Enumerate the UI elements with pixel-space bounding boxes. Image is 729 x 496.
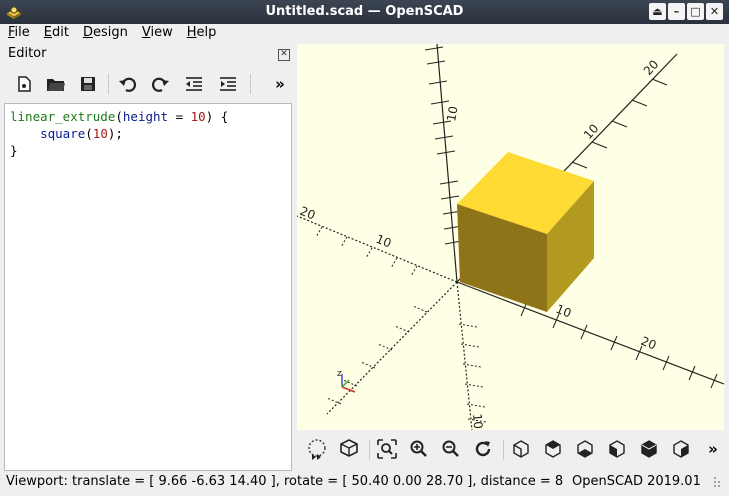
code-line-1: linear_extrude(height = 10) {: [10, 109, 229, 124]
view-toolbar-overflow-button[interactable]: »: [701, 437, 725, 461]
resize-grip-icon[interactable]: [712, 474, 724, 490]
minimize-button[interactable]: –: [668, 3, 685, 20]
cube-model: [457, 152, 594, 312]
view-right-icon[interactable]: [509, 437, 533, 461]
menu-bar: File Edit Design View Help: [0, 24, 729, 44]
editor-title: Editor: [8, 46, 47, 61]
svg-text:20: 20: [641, 57, 662, 78]
y-axis-negative: [326, 281, 458, 415]
menu-edit[interactable]: Edit: [36, 24, 75, 44]
window-title: Untitled.scad — OpenSCAD: [265, 4, 464, 19]
z-axis-positive: [436, 44, 458, 283]
editor-toolbar-overflow-button[interactable]: »: [268, 72, 292, 96]
svg-text:10: 10: [374, 232, 393, 251]
svg-text:z: z: [337, 369, 342, 379]
close-button[interactable]: ✕: [706, 3, 723, 20]
indent-icon[interactable]: [216, 72, 240, 96]
svg-text:20: 20: [298, 204, 317, 223]
shade-button[interactable]: ⏏: [649, 3, 666, 20]
3d-viewport[interactable]: 10 10 10 20 10 20 10 20 z: [297, 44, 724, 430]
menu-file[interactable]: File: [0, 24, 36, 44]
x-axis-positive: [456, 281, 724, 385]
viewport-status: Viewport: translate = [ 9.66 -6.63 14.40…: [6, 474, 564, 489]
code-line-3: }: [10, 143, 18, 158]
svg-text:10: 10: [581, 121, 602, 142]
menu-design[interactable]: Design: [75, 24, 134, 44]
svg-text:10: 10: [554, 302, 573, 321]
unindent-icon[interactable]: [182, 72, 206, 96]
zoom-out-icon[interactable]: [439, 437, 463, 461]
svg-text:20: 20: [639, 334, 658, 353]
3d-scene: 10 10 10 20 10 20 10 20 z: [297, 44, 724, 430]
undo-icon[interactable]: [116, 72, 140, 96]
reset-view-icon[interactable]: [471, 437, 495, 461]
view-top-icon[interactable]: [541, 437, 565, 461]
preview-icon[interactable]: [305, 437, 329, 461]
maximize-button[interactable]: □: [687, 3, 704, 20]
z-axis-label: 10: [444, 105, 460, 122]
svg-text:10: 10: [470, 413, 485, 429]
menu-view[interactable]: View: [134, 24, 179, 44]
redo-icon[interactable]: [148, 72, 172, 96]
open-file-icon[interactable]: [44, 72, 68, 96]
zoom-all-icon[interactable]: [375, 437, 399, 461]
x-axis-negative: [297, 215, 458, 283]
menu-help[interactable]: Help: [179, 24, 223, 44]
view-front-icon[interactable]: [637, 437, 661, 461]
code-editor[interactable]: linear_extrude(height = 10) { square(10)…: [4, 103, 292, 471]
version-label: OpenSCAD 2019.01: [572, 474, 701, 489]
view-bottom-icon[interactable]: [573, 437, 597, 461]
zoom-in-icon[interactable]: [407, 437, 431, 461]
view-toolbar: »: [297, 432, 729, 468]
save-icon[interactable]: [76, 72, 100, 96]
editor-toolbar: »: [6, 68, 292, 100]
new-file-icon[interactable]: [12, 72, 36, 96]
render-icon[interactable]: [337, 437, 361, 461]
status-bar: Viewport: translate = [ 9.66 -6.63 14.40…: [0, 470, 729, 496]
editor-close-button[interactable]: ✕: [278, 49, 290, 61]
view-back-icon[interactable]: [669, 437, 693, 461]
title-bar[interactable]: Untitled.scad — OpenSCAD ⏏ – □ ✕: [0, 0, 729, 24]
code-line-2: square(10);: [40, 126, 123, 141]
view-left-icon[interactable]: [605, 437, 629, 461]
z-axis-negative: [456, 281, 473, 430]
